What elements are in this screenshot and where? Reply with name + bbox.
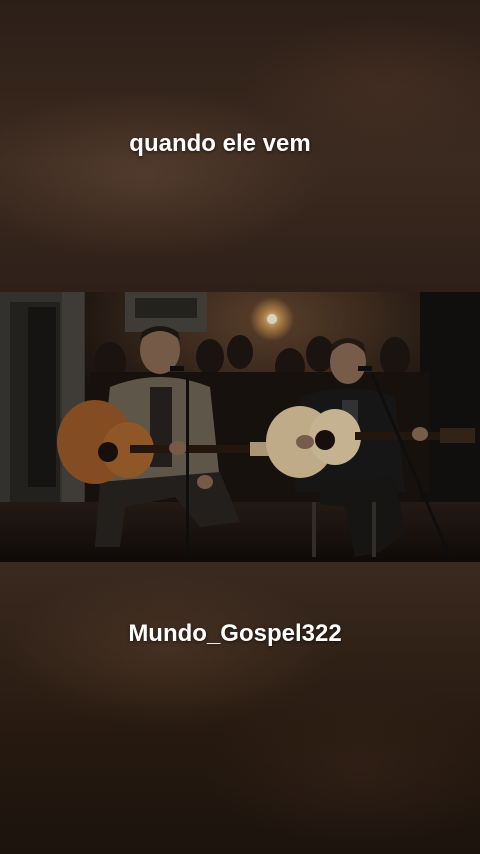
caption-bottom: Mundo_Gospel322	[128, 620, 342, 647]
video-frame[interactable]	[0, 292, 480, 562]
caption-top: quando ele vem	[129, 130, 311, 157]
story-screen: quando ele vem Mundo_Gospel322	[0, 0, 480, 854]
blurred-background-bottom	[0, 562, 480, 854]
video-frame-icon	[0, 292, 480, 562]
